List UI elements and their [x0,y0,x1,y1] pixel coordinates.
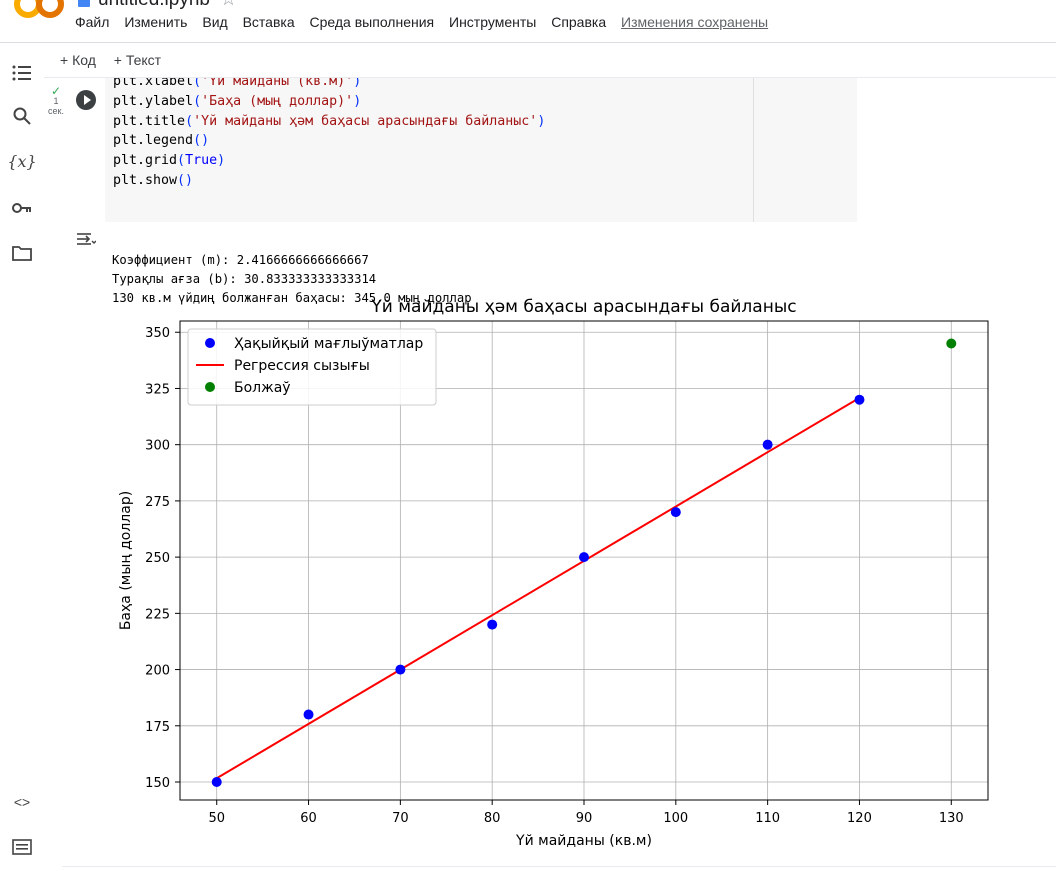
legend-entry: Ҳақыйқый мағлыўматлар [234,336,423,352]
y-tick-label: 250 [145,551,170,566]
left-sidebar: {x} <> [0,43,44,871]
y-tick-label: 150 [145,776,170,791]
output-line-slope: Коэффициент (m): 2.4166666666666667 [112,253,369,267]
menu-bar: Файл Изменить Вид Вставка Среда выполнен… [75,14,779,30]
regression-chart: Үй майданы ҳәм баҳасы арасындағы байланы… [118,297,989,849]
code-line: plt.ylabel('Баҳа (мың доллар)') [113,93,362,109]
y-tick-label: 275 [145,495,170,510]
output-toggle-icon[interactable] [76,232,97,248]
code-line: plt.title('Үй майданы ҳәм баҳасы арасынд… [113,113,546,129]
legend-marker-swatch [205,382,215,392]
run-cell-button[interactable] [76,90,96,110]
data-point [303,709,314,720]
terminal-icon[interactable] [10,835,34,859]
y-tick-label: 175 [145,720,170,735]
x-tick-label: 60 [300,811,317,826]
cell-toolbar: + Код + Текст [60,52,175,68]
add-code-button[interactable]: + Код [60,52,96,68]
legend-marker-swatch [205,338,215,348]
code-line: plt.xlabel('Үй майданы (кв.м)') [113,78,362,89]
legend-entry: Болжаў [234,380,291,396]
menu-view[interactable]: Вид [202,14,227,30]
drive-file-icon [78,0,90,7]
x-tick-label: 90 [576,811,593,826]
menu-runtime[interactable]: Среда выполнения [310,14,435,30]
variables-icon[interactable]: {x} [7,149,36,173]
menu-help[interactable]: Справка [551,14,606,30]
data-point [854,394,865,405]
add-text-button[interactable]: + Текст [114,52,161,68]
x-tick-label: 130 [939,811,964,826]
y-tick-label: 200 [145,664,170,679]
data-point [670,507,681,518]
y-axis-label: Баҳа (мың доллар) [118,491,134,630]
header-divider [0,42,1056,43]
menu-tools[interactable]: Инструменты [449,14,536,30]
saved-status-link[interactable]: Изменения сохранены [621,14,768,30]
menu-edit[interactable]: Изменить [124,14,187,30]
y-tick-label: 225 [145,607,170,622]
data-point [211,777,222,788]
key-icon[interactable] [10,196,34,220]
y-tick-label: 350 [145,326,170,341]
x-tick-label: 120 [847,811,872,826]
table-of-contents-icon[interactable] [10,61,34,85]
code-line: plt.legend() [113,133,210,149]
code-line: plt.show() [113,172,194,188]
cell-exec-status: ✓ 1 сек. [44,84,68,116]
chart-title: Үй майданы ҳәм баҳасы арасындағы байланы… [370,297,796,317]
code-editor[interactable]: plt.xlabel('Үй майданы (кв.м)') plt.ylab… [105,78,753,222]
colab-logo [14,0,64,18]
legend-entry: Регрессия сызығы [234,358,370,374]
x-tick-label: 70 [392,811,409,826]
code-line: plt.grid(True) [113,153,226,169]
code-editor-side-panel [753,78,857,222]
cell-bottom-divider [62,866,1056,867]
checkmark-icon: ✓ [50,84,62,98]
star-icon[interactable]: ☆ [220,0,237,10]
menu-insert[interactable]: Вставка [243,14,295,30]
x-tick-label: 110 [755,811,780,826]
x-tick-label: 100 [663,811,688,826]
folder-icon[interactable] [10,241,34,265]
data-point [487,619,498,630]
x-axis-label: Үй майданы (кв.м) [515,833,652,849]
regression-line [216,396,860,780]
data-point [579,552,589,563]
notebook-title[interactable]: untitled.ipynb☆ [78,0,237,11]
data-point [395,664,406,675]
code-snippets-icon[interactable]: <> [10,790,34,814]
x-tick-label: 50 [208,811,225,826]
y-tick-label: 300 [145,439,170,454]
x-tick-label: 80 [484,811,501,826]
search-icon[interactable] [10,104,34,128]
data-point [762,439,773,450]
prediction-point [946,338,957,349]
menu-file[interactable]: Файл [75,14,109,30]
y-tick-label: 325 [145,382,170,397]
output-line-intercept: Турақлы ағза (b): 30.833333333333314 [112,272,377,286]
